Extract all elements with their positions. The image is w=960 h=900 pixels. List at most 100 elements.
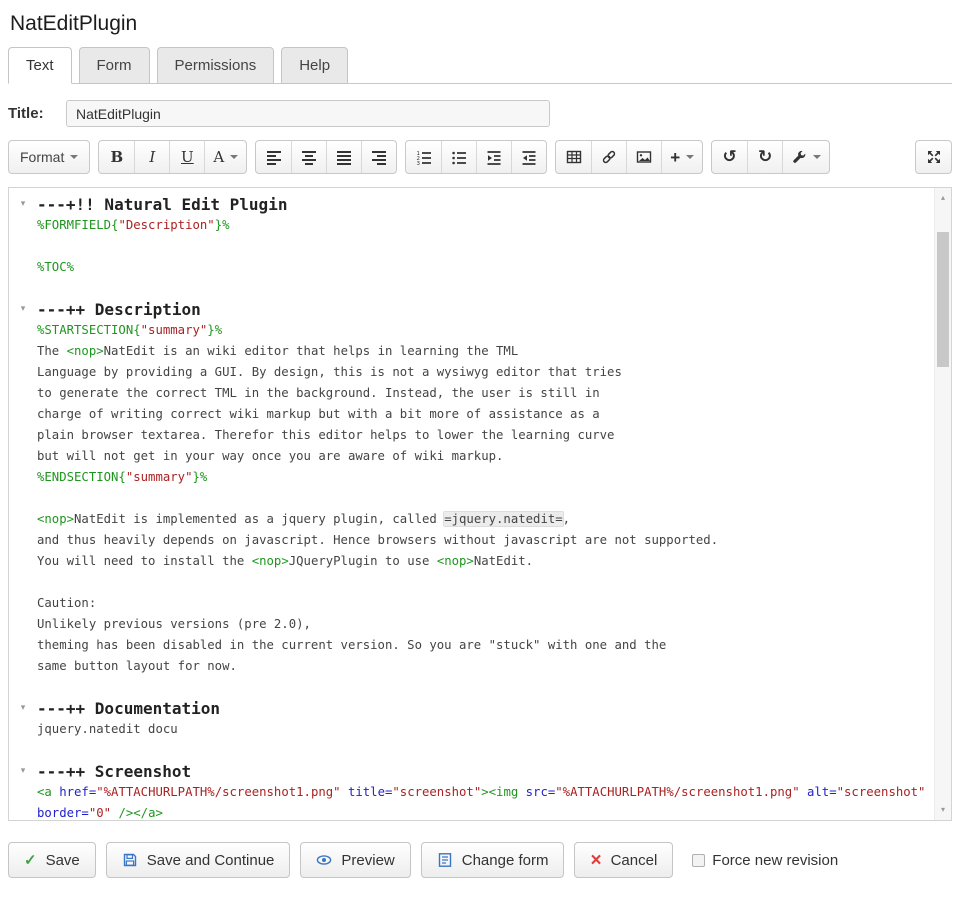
title-row: Title: [8, 100, 952, 127]
editor-line-text: Caution: [37, 593, 96, 614]
tab-help[interactable]: Help [281, 47, 348, 84]
editor-line-text: Language by providing a GUI. By design, … [37, 362, 622, 383]
editor-line: jquery.natedit docu [9, 719, 934, 740]
align-center-button[interactable] [291, 141, 326, 173]
editor-line-text: <nop>NatEdit is implemented as a jquery … [37, 509, 570, 530]
editor-gutter [9, 362, 37, 383]
editor-line [9, 572, 934, 593]
font-color-icon: A [213, 148, 224, 166]
unordered-list-button[interactable] [441, 141, 476, 173]
editor-line: ▾---++ Screenshot [9, 761, 934, 782]
editor-line-text: plain browser textarea. Therefor this ed… [37, 425, 614, 446]
editor-line [9, 236, 934, 257]
editor-content[interactable]: ▾---+!! Natural Edit Plugin%FORMFIELD{"D… [9, 188, 934, 820]
force-new-revision-checkbox[interactable] [692, 854, 705, 867]
insert-table-button[interactable] [556, 141, 591, 173]
editor-line: to generate the correct TML in the backg… [9, 383, 934, 404]
scrollbar-thumb[interactable] [937, 232, 949, 367]
editor-line: and thus heavily depends on javascript. … [9, 530, 934, 551]
insert-image-button[interactable] [626, 141, 661, 173]
align-right-button[interactable] [361, 141, 396, 173]
preview-button[interactable]: Preview [300, 842, 410, 878]
font-color-dropdown[interactable]: A [204, 141, 246, 173]
editor-line-text: %TOC% [37, 257, 74, 278]
editor-gutter [9, 257, 37, 278]
format-dropdown[interactable]: Format [9, 141, 89, 173]
insert-link-button[interactable] [591, 141, 626, 173]
editor-line: %TOC% [9, 257, 934, 278]
editor-gutter [9, 782, 37, 803]
floppy-icon [122, 852, 138, 868]
editor-gutter [9, 467, 37, 488]
underline-icon: U [181, 148, 194, 166]
undo-button[interactable]: ↺ [712, 141, 747, 173]
wikitext-editor[interactable]: ▾---+!! Natural Edit Plugin%FORMFIELD{"D… [8, 187, 952, 821]
save-button[interactable]: ✓ Save [8, 842, 96, 878]
undo-icon: ↺ [723, 149, 737, 166]
align-justify-button[interactable] [326, 141, 361, 173]
insert-more-dropdown[interactable]: + [661, 141, 702, 173]
editor-gutter [9, 593, 37, 614]
editor-line: ▾---++ Description [9, 299, 934, 320]
fullscreen-button[interactable] [916, 141, 951, 173]
editor-gutter [9, 509, 37, 530]
editor-gutter [9, 215, 37, 236]
editor-line: Language by providing a GUI. By design, … [9, 362, 934, 383]
svg-text:3: 3 [416, 160, 420, 165]
editor-line-text: but will not get in your way once you ar… [37, 446, 503, 467]
editor-line [9, 488, 934, 509]
fold-marker-icon[interactable]: ▾ [9, 761, 37, 782]
underline-button[interactable]: U [169, 141, 204, 173]
form-icon [437, 852, 453, 868]
editor-scrollbar[interactable]: ▴ ▾ [934, 188, 951, 820]
tools-dropdown[interactable] [782, 141, 829, 173]
format-label: Format [20, 149, 64, 165]
align-left-button[interactable] [256, 141, 291, 173]
wrench-icon [791, 149, 807, 165]
outdent-button[interactable] [511, 141, 546, 173]
chevron-down-icon [70, 155, 78, 159]
editor-gutter [9, 488, 37, 509]
editor-line-text: ---++ Description [37, 299, 201, 320]
align-center-icon [301, 149, 317, 166]
title-label: Title: [8, 105, 66, 122]
indent-button[interactable] [476, 141, 511, 173]
editor-line: Unlikely previous versions (pre 2.0), [9, 614, 934, 635]
editor-gutter [9, 572, 37, 593]
fold-marker-icon[interactable]: ▾ [9, 698, 37, 719]
close-icon: × [590, 851, 601, 870]
ordered-list-icon: 123 [416, 149, 432, 166]
outdent-icon [521, 149, 537, 166]
image-icon [636, 149, 652, 165]
editor-gutter [9, 404, 37, 425]
font-style-group: B I U A [98, 140, 247, 174]
fullscreen-group [915, 140, 952, 174]
change-form-button[interactable]: Change form [421, 842, 565, 878]
tab-text[interactable]: Text [8, 47, 72, 84]
editor-gutter [9, 341, 37, 362]
save-label: Save [46, 852, 80, 869]
editor-gutter [9, 614, 37, 635]
scroll-up-icon[interactable]: ▴ [935, 190, 951, 206]
fold-marker-icon[interactable]: ▾ [9, 194, 37, 215]
title-input[interactable] [66, 100, 550, 127]
tab-permissions[interactable]: Permissions [157, 47, 275, 84]
format-group: Format [8, 140, 90, 174]
align-left-icon [266, 149, 282, 166]
save-and-continue-button[interactable]: Save and Continue [106, 842, 291, 878]
cancel-button[interactable]: × Cancel [574, 842, 673, 878]
fold-marker-icon[interactable]: ▾ [9, 299, 37, 320]
italic-button[interactable]: I [134, 141, 169, 173]
redo-button[interactable]: ↻ [747, 141, 782, 173]
editor-line: You will need to install the <nop>JQuery… [9, 551, 934, 572]
save-and-continue-label: Save and Continue [147, 852, 275, 869]
bold-button[interactable]: B [99, 141, 134, 173]
ordered-list-button[interactable]: 123 [406, 141, 441, 173]
align-right-icon [371, 149, 387, 166]
editor-line: border="0" /></a> [9, 803, 934, 820]
chevron-down-icon [813, 155, 821, 159]
scroll-down-icon[interactable]: ▾ [935, 802, 951, 818]
tab-form[interactable]: Form [79, 47, 150, 84]
tab-bar: Text Form Permissions Help [8, 46, 952, 84]
force-new-revision-option: Force new revision [692, 852, 838, 869]
